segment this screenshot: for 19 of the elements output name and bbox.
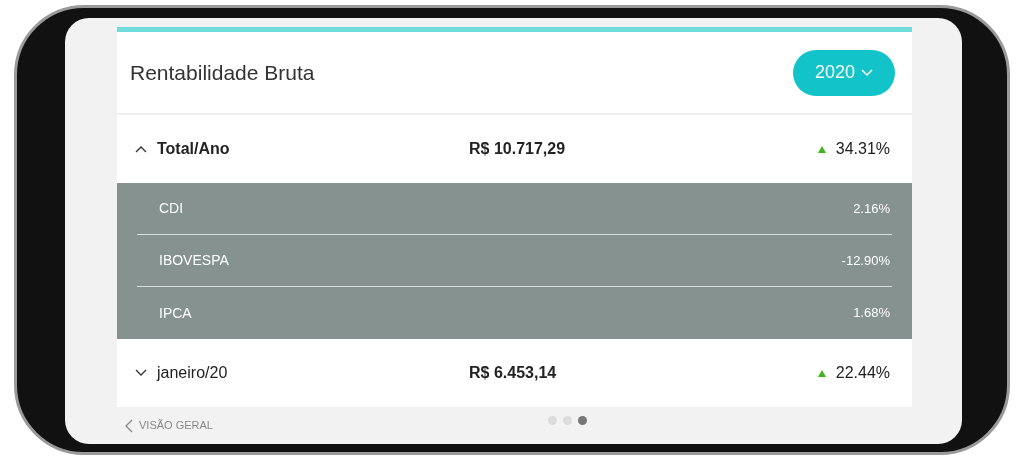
index-value: 2.16% <box>853 199 890 218</box>
index-value: -12.90% <box>841 251 890 270</box>
index-name: CDI <box>159 199 184 218</box>
index-name: IBOVESPA <box>159 251 229 270</box>
amount: R$ 10.717,29 <box>469 139 566 159</box>
percent-change: 22.44% <box>835 363 890 383</box>
percent-change: 34.31% <box>835 139 890 159</box>
row-label[interactable]: Total/Ano <box>157 137 469 161</box>
index-value: 1.68% <box>853 304 890 323</box>
chevron-up-icon[interactable] <box>135 145 147 153</box>
up-triangle-icon <box>817 145 826 153</box>
up-triangle-icon <box>817 369 826 377</box>
chevron-down-icon[interactable] <box>135 369 147 377</box>
card-title: Rentabilidade Bruta <box>130 59 315 86</box>
index-name: IPCA <box>159 303 192 323</box>
row-label[interactable]: janeiro/20 <box>157 361 469 385</box>
amount: R$ 6.453,14 <box>469 363 557 383</box>
chevron-left-icon <box>125 418 133 433</box>
chevron-down-icon <box>861 68 873 77</box>
